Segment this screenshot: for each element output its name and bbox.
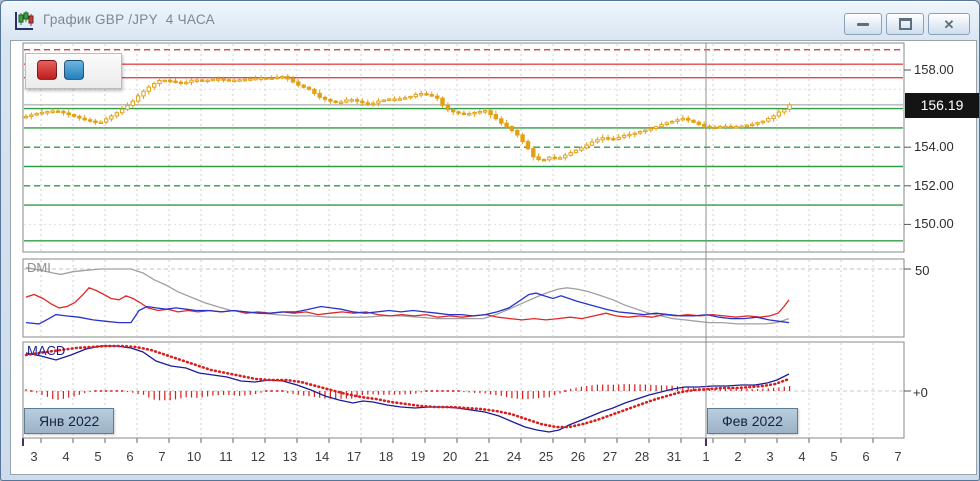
date-axis-label: 7 — [894, 449, 901, 464]
date-axis-label: 21 — [475, 449, 489, 464]
date-axis-label: 13 — [283, 449, 297, 464]
price-axis-label: 150.00 — [914, 216, 954, 231]
close-button[interactable]: ✕ — [928, 13, 970, 35]
price-axis-label: 152.00 — [914, 178, 954, 193]
blue-series-button[interactable] — [64, 60, 84, 80]
date-axis-label: 28 — [635, 449, 649, 464]
date-axis-label: 6 — [862, 449, 869, 464]
dmi-panel-label: DMI — [27, 260, 51, 275]
red-series-button[interactable] — [37, 60, 57, 80]
macd-axis-label: +0 — [913, 385, 928, 400]
month-badge-january[interactable]: Янв 2022 — [24, 408, 114, 434]
chart-client-area — [10, 40, 977, 475]
current-price-badge: 156.19 — [905, 93, 979, 118]
date-axis-label: 31 — [667, 449, 681, 464]
date-axis-label: 25 — [539, 449, 553, 464]
date-axis-label: 1 — [702, 449, 709, 464]
date-axis-label: 3 — [766, 449, 773, 464]
dmi-axis-label: 50 — [915, 263, 929, 278]
date-axis-label: 17 — [347, 449, 361, 464]
maximize-button[interactable] — [886, 13, 924, 35]
minimize-icon — [857, 23, 869, 26]
close-icon: ✕ — [944, 18, 955, 31]
month-badge-february[interactable]: Фев 2022 — [707, 408, 798, 434]
date-axis-label: 18 — [379, 449, 393, 464]
date-axis-label: 24 — [507, 449, 521, 464]
date-axis-label: 19 — [411, 449, 425, 464]
date-axis-label: 4 — [798, 449, 805, 464]
series-toolbox — [25, 53, 122, 89]
date-axis-label: 26 — [571, 449, 585, 464]
price-axis-label: 154.00 — [914, 139, 954, 154]
date-axis-label: 27 — [603, 449, 617, 464]
date-axis-label: 3 — [30, 449, 37, 464]
candlestick-chart-icon — [13, 10, 35, 32]
titlebar[interactable]: График GBP /JPY 4 ЧАСА ✕ — [1, 1, 979, 39]
date-axis-label: 11 — [219, 449, 233, 464]
date-axis-label: 5 — [830, 449, 837, 464]
chart-window: График GBP /JPY 4 ЧАСА ✕ DMI MACD 156.19… — [0, 0, 980, 481]
date-axis-label: 14 — [315, 449, 329, 464]
maximize-icon — [899, 18, 912, 30]
date-axis-label: 20 — [443, 449, 457, 464]
date-axis-label: 5 — [94, 449, 101, 464]
window-controls: ✕ — [844, 13, 970, 35]
date-axis-label: 4 — [62, 449, 69, 464]
window-title: График GBP /JPY 4 ЧАСА — [43, 12, 215, 27]
date-axis-label: 2 — [734, 449, 741, 464]
date-axis-label: 6 — [126, 449, 133, 464]
price-axis-label: 158.00 — [914, 62, 954, 77]
date-axis-label: 7 — [158, 449, 165, 464]
date-axis-label: 10 — [187, 449, 201, 464]
macd-panel-label: MACD — [27, 343, 65, 358]
minimize-button[interactable] — [844, 13, 882, 35]
date-axis-label: 12 — [251, 449, 265, 464]
